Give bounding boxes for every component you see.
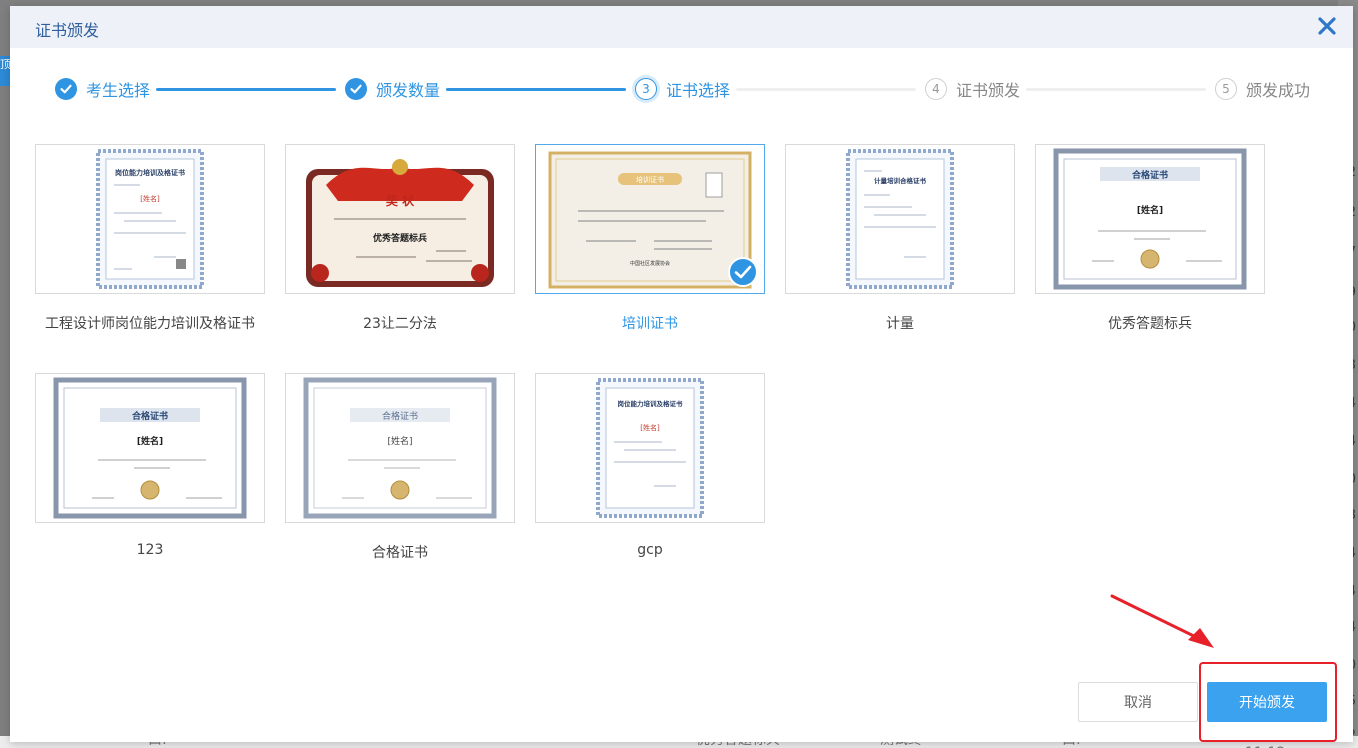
certificate-thumbnail: 计量培训合格证书 [846, 149, 954, 289]
cert-heading: 计量培训合格证书 [874, 176, 927, 185]
step-connector [156, 88, 336, 91]
check-icon [345, 78, 367, 100]
certificate-issue-dialog: 证书颁发 考生选择 颁发数量 3 证书选择 4 证书颁发 5 颁发成功 岗位能力… [10, 6, 1353, 742]
cert-name: [姓名] [387, 435, 412, 447]
step-4: 4 证书颁发 [925, 76, 1020, 102]
certificate-label[interactable]: gcp [535, 542, 765, 558]
certificate-label[interactable]: 优秀答题标兵 [1035, 313, 1265, 333]
certificate-card[interactable]: 奖 状 优秀答题标兵 [285, 144, 515, 294]
dialog-title: 证书颁发 [35, 21, 100, 40]
certificate-label[interactable]: 计量 [785, 313, 1015, 333]
certificate-card[interactable]: 岗位能力培训及格证书 [姓名] [535, 373, 765, 523]
cert-name: [姓名] [140, 194, 160, 203]
certificate-thumbnail: 合格证书 [姓名] [53, 377, 247, 519]
certificate-thumbnail: 岗位能力培训及格证书 [姓名] [596, 378, 704, 518]
step-connector [736, 88, 916, 91]
background-tab: 顶 [0, 56, 10, 86]
step-5: 5 颁发成功 [1215, 76, 1310, 102]
step-connector [1026, 88, 1206, 91]
cert-heading: 培训证书 [636, 175, 664, 184]
step-label: 证书颁发 [956, 81, 1021, 100]
step-label: 颁发数量 [376, 81, 441, 100]
step-connector [446, 88, 626, 91]
certificate-label[interactable]: 23让二分法 [285, 313, 515, 333]
check-icon [55, 78, 77, 100]
cert-heading: 奖 状 [386, 193, 415, 208]
step-number: 5 [1215, 78, 1237, 100]
cert-name: [姓名] [640, 423, 660, 432]
certificate-thumbnail: 岗位能力培训及格证书 [姓名] [96, 149, 204, 289]
step-label: 考生选择 [86, 81, 151, 100]
close-icon[interactable] [1315, 14, 1339, 38]
cancel-button[interactable]: 取消 [1078, 682, 1198, 722]
step-progress: 考生选择 颁发数量 3 证书选择 4 证书颁发 5 颁发成功 [10, 76, 1353, 104]
step-number: 3 [635, 78, 657, 100]
certificate-thumbnail: 奖 状 优秀答题标兵 [306, 159, 494, 287]
selected-check-icon [728, 257, 758, 287]
cert-heading: 岗位能力培训及格证书 [618, 399, 684, 408]
step-1: 考生选择 [55, 76, 150, 102]
step-label: 证书选择 [666, 81, 731, 100]
certificate-label-selected[interactable]: 培训证书 [535, 313, 765, 333]
certificate-card-selected[interactable]: 培训证书 中国社区发展协会 [535, 144, 765, 294]
cert-heading: 合格证书 [1132, 169, 1168, 181]
certificate-card[interactable]: 岗位能力培训及格证书 [姓名] [35, 144, 265, 294]
certificate-label[interactable]: 工程设计师岗位能力培训及格证书 [35, 313, 265, 333]
cert-heading: 岗位能力培训及格证书 [115, 168, 185, 177]
cert-issuer: 中国社区发展协会 [630, 260, 670, 267]
step-3: 3 证书选择 [635, 76, 730, 102]
annotation-arrow-icon [1110, 594, 1214, 648]
certificate-card[interactable]: 合格证书 [姓名] [285, 373, 515, 523]
certificate-thumbnail: 合格证书 [姓名] [1053, 148, 1247, 290]
step-2: 颁发数量 [345, 76, 440, 102]
step-label: 颁发成功 [1246, 81, 1311, 100]
certificate-card[interactable]: 合格证书 [姓名] [1035, 144, 1265, 294]
certificate-card[interactable]: 计量培训合格证书 [785, 144, 1015, 294]
certificate-thumbnail: 合格证书 [姓名] [303, 377, 497, 519]
cert-name: [姓名] [137, 435, 163, 447]
cert-heading: 合格证书 [132, 410, 168, 422]
step-number: 4 [925, 78, 947, 100]
cert-heading: 合格证书 [382, 410, 418, 422]
cert-name: [姓名] [1137, 204, 1163, 216]
certificate-label[interactable]: 123 [35, 542, 265, 558]
certificate-card[interactable]: 合格证书 [姓名] [35, 373, 265, 523]
annotation-highlight-box [1199, 662, 1337, 742]
cert-name: 优秀答题标兵 [373, 232, 427, 244]
dialog-header: 证书颁发 [10, 6, 1353, 48]
certificate-label[interactable]: 合格证书 [285, 542, 515, 562]
